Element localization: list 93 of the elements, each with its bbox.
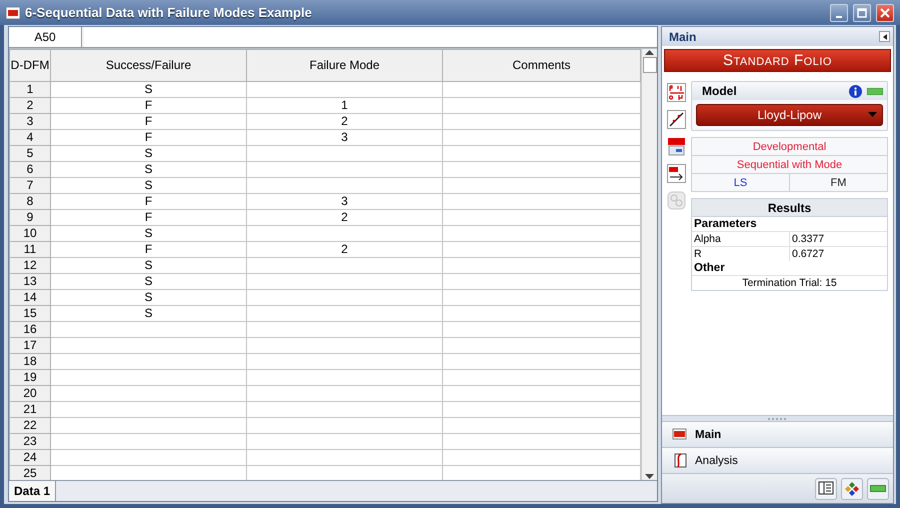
close-icon [880,8,890,18]
minimize-icon [836,16,842,18]
row-header: 21 [10,402,50,418]
table-cell: F [50,194,246,210]
table-cell: S [50,146,246,162]
row-header: 20 [10,386,50,402]
parameter-name: R [693,247,703,261]
table-cell: 2 [246,114,442,130]
row-header: 7 [10,178,50,194]
sheet-icon [818,480,834,496]
table-cell: S [50,162,246,178]
table-cell: 3 [246,194,442,210]
symbols-icon[interactable] [667,83,686,102]
row-header: 23 [10,434,50,450]
row-header: 10 [10,226,50,242]
table-cell: S [50,274,246,290]
table-cell: 2 [246,210,442,226]
formula-field[interactable] [84,27,657,47]
row-header: 11 [10,242,50,258]
minimize-button[interactable] [830,4,848,22]
panel-title: Main [669,30,696,44]
row-header: 8 [10,194,50,210]
table-cell: F [50,130,246,146]
row-header: 22 [10,418,50,434]
setting-button[interactable]: Developmental [692,138,887,155]
setting-button[interactable]: Sequential with Mode [692,156,887,173]
toolbar-button[interactable] [815,478,837,500]
cell-reference-field[interactable]: A50 [9,27,82,47]
toolbar-button[interactable] [841,478,863,500]
caret-icon [882,34,886,40]
window-title: 6-Sequential Data with Failure Modes Example [25,5,313,20]
option-button[interactable]: FM [790,174,887,191]
table-cell: 2 [246,242,442,258]
dropdown-arrow-icon [868,112,877,117]
line-plot-icon[interactable] [667,110,686,129]
section-heading: Other [693,261,726,275]
row-header: 16 [10,322,50,338]
function-icon [672,453,687,468]
parameter-value: 0.3377 [789,232,887,246]
row-header: 2 [10,98,50,114]
folio-banner: Standard Folio [664,49,891,72]
parameter-name: Alpha [693,232,722,246]
table-cell: F [50,210,246,226]
table-cell: F [50,242,246,258]
row-header: 24 [10,450,50,466]
row-header: 14 [10,290,50,306]
parameter-value: 0.6727 [789,247,887,261]
maximize-icon [857,8,867,18]
maximize-button[interactable] [853,4,871,22]
row-header: 15 [10,306,50,322]
table-cell: S [50,178,246,194]
calculator-icon[interactable] [667,137,686,156]
column-header[interactable]: Success/Failure [50,50,246,82]
table-cell: S [50,226,246,242]
table-cell: S [50,258,246,274]
collapse-button[interactable] [879,31,890,42]
table-cell: 3 [246,130,442,146]
table-cell: F [50,98,246,114]
model-dropdown[interactable]: Lloyd-Lipow [696,104,883,126]
section-heading: Parameters [693,217,758,231]
scrollbar-thumb[interactable] [642,57,656,73]
status-bar-icon [867,88,883,94]
row-header: 19 [10,370,50,386]
result-text: Termination Trial: 15 [692,275,887,290]
column-header[interactable]: Comments [442,50,640,82]
column-header[interactable]: D-DFM [10,50,50,82]
table-cell: S [50,290,246,306]
row-header: 4 [10,130,50,146]
option-button[interactable]: LS [692,174,789,191]
results-title: Results [692,199,887,217]
row-header: 17 [10,338,50,354]
row-header: 9 [10,210,50,226]
folio-icon [672,427,687,442]
row-header: 1 [10,82,50,98]
model-label: Model [702,84,737,98]
column-header[interactable]: Failure Mode [246,50,442,82]
nav-button[interactable]: Main [662,421,893,447]
app-icon [6,6,20,18]
row-header: 13 [10,274,50,290]
row-header: 5 [10,146,50,162]
table-cell: 1 [246,98,442,114]
row-header: 6 [10,162,50,178]
row-header: 3 [10,114,50,130]
close-button[interactable] [876,4,894,22]
sheet-tab[interactable]: Data 1 [9,481,56,501]
info-icon[interactable] [849,84,862,98]
row-header: 12 [10,258,50,274]
row-header: 18 [10,354,50,370]
table-cell: F [50,114,246,130]
diamonds-icon [844,480,860,496]
nav-button[interactable]: Analysis [662,447,893,473]
table-cell: S [50,82,246,98]
table-cell: S [50,306,246,322]
